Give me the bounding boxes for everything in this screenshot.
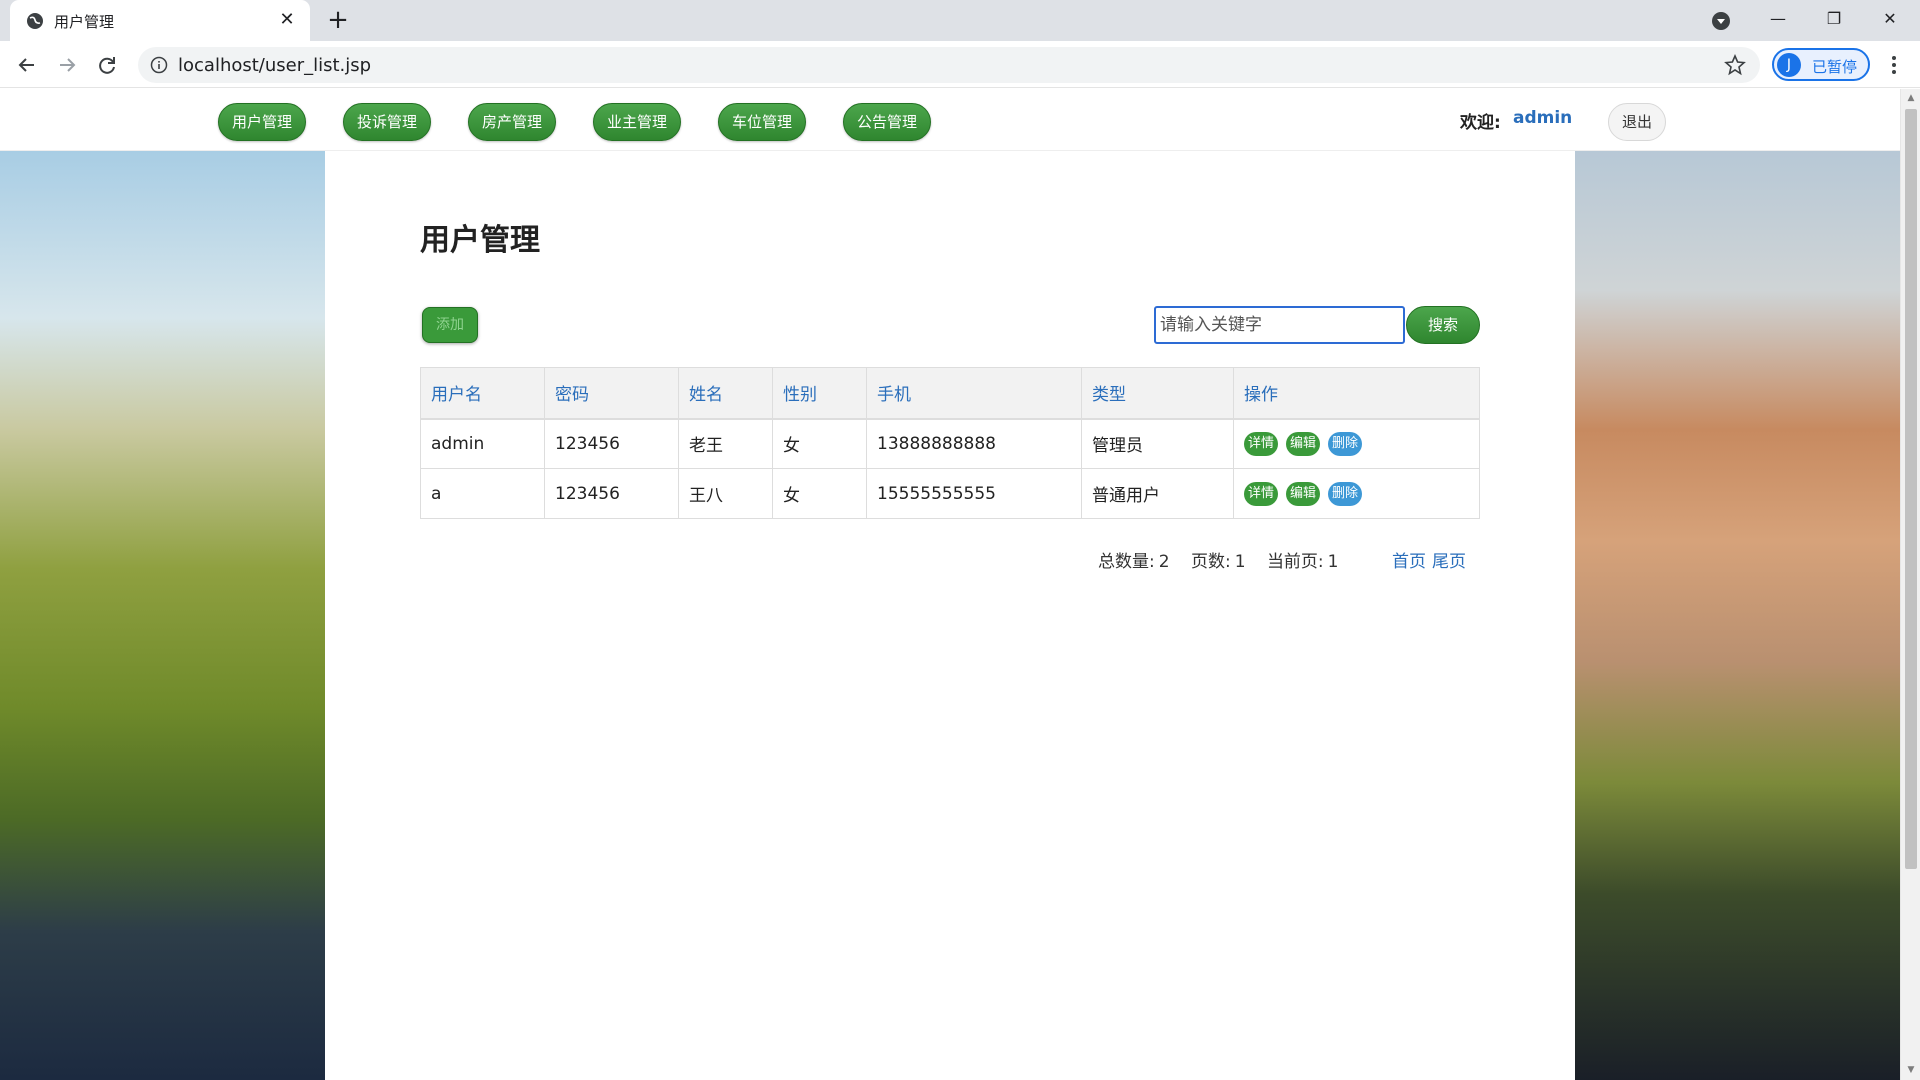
column-header-phone: 手机 (866, 367, 1082, 420)
forward-icon[interactable] (52, 50, 82, 80)
cell-type: 管理员 (1081, 418, 1234, 469)
scroll-down-icon[interactable]: ▼ (1906, 1065, 1916, 1075)
cell-username: a (420, 468, 545, 519)
detail-button[interactable]: 详情 (1244, 481, 1278, 506)
nav-property-management[interactable]: 房产管理 (468, 103, 556, 141)
cell-name: 王八 (678, 468, 773, 519)
browser-tab[interactable]: 用户管理 ✕ (10, 0, 310, 41)
nav-parking-management[interactable]: 车位管理 (718, 103, 806, 141)
browser-tabstrip: 用户管理 ✕ + — ❐ ✕ (0, 0, 1920, 41)
cell-actions: 详情 编辑 删除 (1233, 468, 1480, 519)
browser-toolbar: localhost/user_list.jsp J 已暂停 (0, 41, 1920, 88)
back-icon[interactable] (12, 50, 42, 80)
pages-value: 1 (1234, 552, 1246, 572)
nav-notice-management[interactable]: 公告管理 (843, 103, 931, 141)
column-header-name: 姓名 (678, 367, 773, 420)
delete-button[interactable]: 删除 (1328, 431, 1362, 456)
current-page: 当前页: 1 (1267, 552, 1339, 572)
current-value: 1 (1327, 552, 1339, 572)
detail-button[interactable]: 详情 (1244, 431, 1278, 456)
table-row: a 123456 王八 女 15555555555 普通用户 详情 编辑 删除 (420, 468, 1480, 519)
column-header-type: 类型 (1081, 367, 1234, 420)
column-header-password: 密码 (544, 367, 679, 420)
cell-username: admin (420, 418, 545, 469)
new-tab-icon[interactable]: + (324, 6, 352, 34)
nav-owner-management[interactable]: 业主管理 (593, 103, 681, 141)
table-header-row: 用户名 密码 姓名 性别 手机 类型 操作 (420, 367, 1480, 420)
main-content: 用户管理 添加 搜索 用户名 密码 姓名 性别 手机 类型 操作 admin 1… (325, 151, 1575, 1080)
site-nav: 用户管理 投诉管理 房产管理 业主管理 车位管理 公告管理 欢迎: admin … (0, 89, 1900, 151)
profile-button[interactable]: J 已暂停 (1772, 48, 1870, 81)
scroll-up-icon[interactable]: ▲ (1906, 93, 1916, 103)
restore-icon[interactable]: ❐ (1812, 4, 1856, 34)
cell-actions: 详情 编辑 删除 (1233, 418, 1480, 469)
total-value: 2 (1158, 552, 1170, 572)
column-header-actions: 操作 (1233, 367, 1480, 420)
total-count: 总数量: 2 (1098, 552, 1170, 572)
background-photo-right (1575, 151, 1900, 1080)
minimize-icon[interactable]: — (1756, 4, 1800, 34)
logout-button[interactable]: 退出 (1608, 103, 1666, 141)
column-header-gender: 性别 (772, 367, 867, 420)
cell-type: 普通用户 (1081, 468, 1234, 519)
pages-label: 页数: (1190, 552, 1231, 572)
total-label: 总数量: (1098, 552, 1155, 572)
cell-gender: 女 (772, 468, 867, 519)
address-bar[interactable]: localhost/user_list.jsp (138, 47, 1760, 83)
reload-icon[interactable] (92, 50, 122, 80)
tab-search-icon[interactable] (1709, 9, 1733, 33)
web-page: 用户管理 投诉管理 房产管理 业主管理 车位管理 公告管理 欢迎: admin … (0, 89, 1900, 1080)
page-count: 页数: 1 (1191, 552, 1246, 572)
cell-gender: 女 (772, 418, 867, 469)
current-label: 当前页: (1266, 552, 1324, 572)
info-icon[interactable] (150, 56, 168, 74)
pagination-info: 总数量: 2 页数: 1 当前页: 1 (1098, 547, 1355, 572)
search-input[interactable] (1154, 306, 1405, 344)
last-page-link[interactable]: 尾页 (1432, 547, 1466, 572)
cell-password: 123456 (544, 418, 679, 469)
cell-phone: 13888888888 (866, 418, 1082, 469)
column-header-username: 用户名 (420, 367, 545, 420)
delete-button[interactable]: 删除 (1328, 481, 1362, 506)
cell-password: 123456 (544, 468, 679, 519)
bookmark-star-icon[interactable] (1724, 54, 1746, 76)
nav-complaint-management[interactable]: 投诉管理 (343, 103, 431, 141)
avatar: J (1777, 53, 1801, 77)
cell-name: 老王 (678, 418, 773, 469)
search-button[interactable]: 搜索 (1406, 306, 1480, 344)
nav-user-management[interactable]: 用户管理 (218, 103, 306, 141)
window-close-icon[interactable]: ✕ (1868, 4, 1912, 34)
background-photo-left (0, 151, 325, 1080)
edit-button[interactable]: 编辑 (1286, 431, 1320, 456)
first-page-link[interactable]: 首页 (1392, 547, 1426, 572)
profile-status: 已暂停 (1812, 58, 1858, 76)
url-text: localhost/user_list.jsp (178, 55, 372, 76)
page-scrollbar[interactable]: ▲ ▼ (1900, 89, 1920, 1080)
scrollbar-thumb[interactable] (1905, 109, 1917, 869)
add-button[interactable]: 添加 (422, 307, 478, 343)
user-table: 用户名 密码 姓名 性别 手机 类型 操作 admin 123456 老王 女 … (420, 367, 1480, 519)
more-menu-icon[interactable] (1882, 50, 1906, 80)
cell-phone: 15555555555 (866, 468, 1082, 519)
table-row: admin 123456 老王 女 13888888888 管理员 详情 编辑 删除 (420, 418, 1480, 469)
current-username: admin (1513, 108, 1573, 128)
globe-icon (27, 13, 43, 29)
close-icon[interactable]: ✕ (276, 9, 298, 31)
page-title: 用户管理 (420, 223, 540, 258)
welcome-label: 欢迎: (1460, 113, 1501, 133)
tab-title: 用户管理 (54, 13, 115, 31)
edit-button[interactable]: 编辑 (1286, 481, 1320, 506)
